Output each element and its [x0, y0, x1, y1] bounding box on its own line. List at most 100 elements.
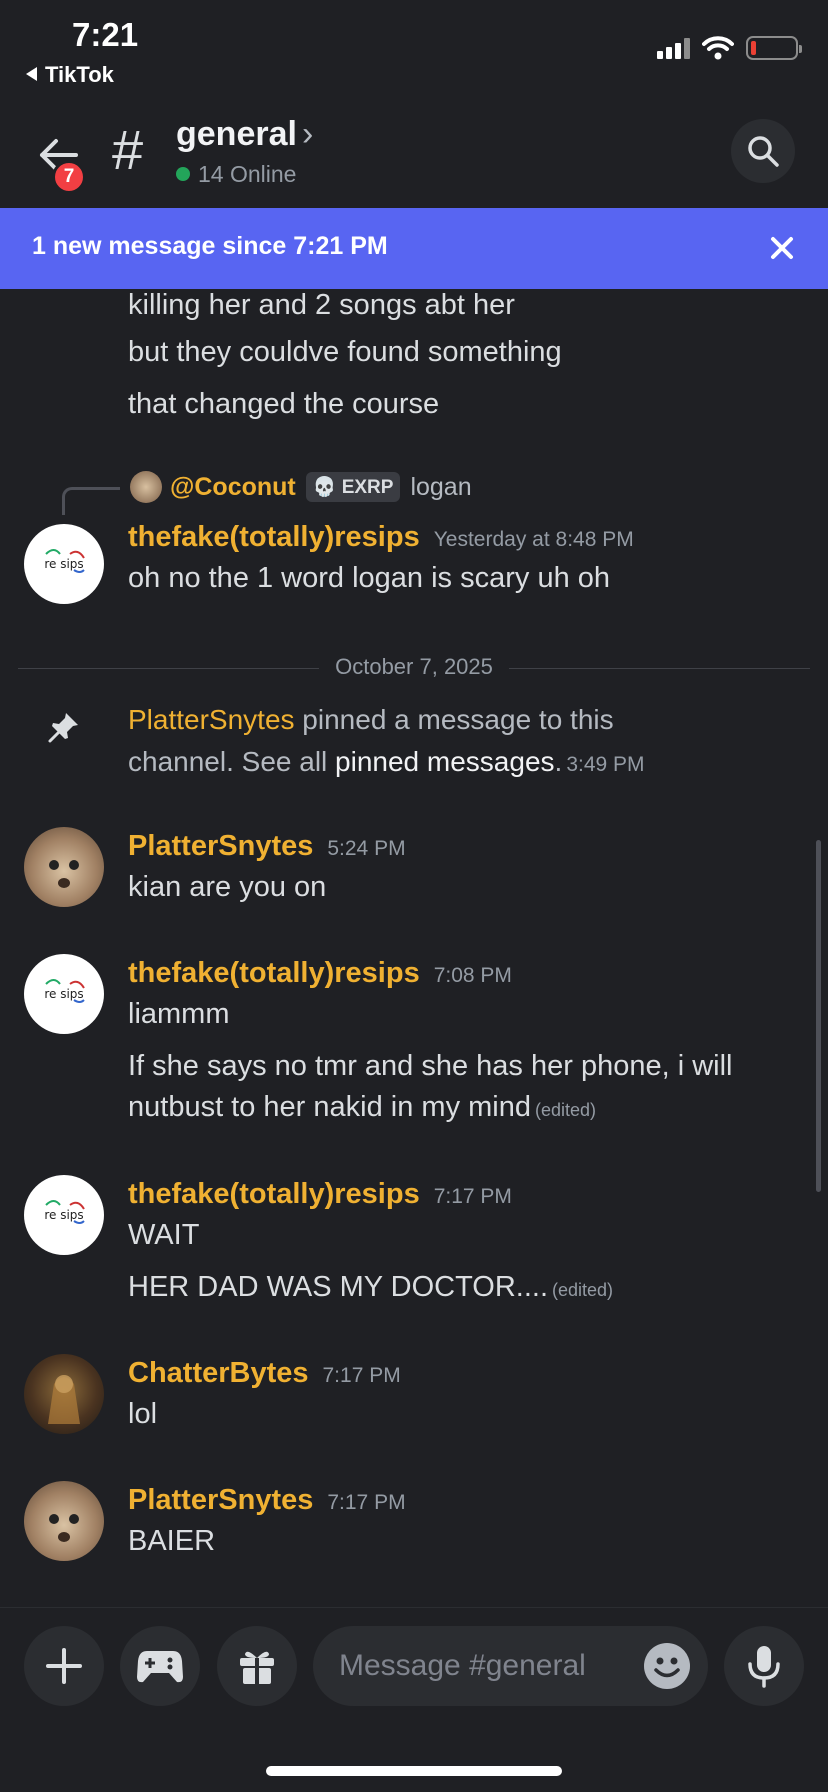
- message-header: ChatterBytes 7:17 PM: [128, 1357, 401, 1390]
- message-composer: [0, 1607, 828, 1792]
- online-count: 14 Online: [176, 161, 296, 188]
- pinned-messages-link[interactable]: pinned messages: [335, 746, 554, 777]
- message-line: but they couldve found something: [128, 336, 562, 368]
- activities-button[interactable]: [120, 1626, 200, 1706]
- cellular-signal-icon: [657, 37, 690, 59]
- timestamp: 7:08 PM: [433, 964, 512, 987]
- emoji-button[interactable]: [644, 1643, 690, 1689]
- pinned-user[interactable]: PlatterSnytes: [128, 704, 295, 735]
- new-messages-text: 1 new message since 7:21 PM: [32, 232, 388, 260]
- username[interactable]: thefake(totally)resips: [128, 521, 420, 553]
- message-text: oh no the 1 word logan is scary uh oh: [128, 562, 611, 594]
- username[interactable]: ChatterBytes: [128, 1357, 309, 1389]
- message-text: liammm: [128, 998, 230, 1030]
- message-text: lol: [128, 1398, 158, 1430]
- username[interactable]: PlatterSnytes: [128, 830, 313, 862]
- avatar-image: [49, 1514, 79, 1542]
- message-text: kian are you on: [128, 871, 327, 903]
- search-button[interactable]: [731, 119, 795, 183]
- gift-icon: [240, 1651, 274, 1684]
- microphone-icon: [748, 1646, 780, 1688]
- message-text: If she says no tmr and she has her phone…: [128, 1050, 733, 1082]
- timestamp: 7:17 PM: [433, 1185, 512, 1208]
- avatar[interactable]: re sips: [24, 524, 104, 604]
- avatar-image: re sips: [44, 549, 85, 573]
- message-text: HER DAD WAS MY DOCTOR....: [128, 1271, 549, 1303]
- search-icon: [748, 136, 779, 167]
- back-to-app-link[interactable]: TikTok: [26, 62, 114, 88]
- online-text: 14 Online: [198, 161, 297, 187]
- voice-message-button[interactable]: [724, 1626, 804, 1706]
- wifi-icon: [702, 36, 734, 60]
- svg-text:re sips: re sips: [44, 1208, 83, 1222]
- avatar-image: [49, 860, 79, 888]
- pinned-text: pinned a message to this: [294, 704, 614, 735]
- chevron-right-icon[interactable]: ›: [302, 115, 313, 154]
- channel-name[interactable]: general: [176, 115, 297, 154]
- home-indicator[interactable]: [266, 1766, 562, 1776]
- close-banner-button[interactable]: [764, 230, 800, 266]
- message-header: PlatterSnytes 5:24 PM: [128, 830, 406, 863]
- server-tag-text: EXRP: [341, 477, 394, 498]
- server-tag: 💀 EXRP: [305, 472, 401, 502]
- battery-icon: [746, 36, 802, 60]
- username[interactable]: PlatterSnytes: [128, 1484, 313, 1516]
- avatar-image: [48, 1375, 80, 1424]
- pinned-system-message: PlatterSnytes pinned a message to this: [128, 704, 614, 736]
- message-text-last: nutbust to her nakid in my mind (edited): [128, 1091, 596, 1124]
- edited-label: (edited): [534, 1100, 597, 1120]
- svg-text:re sips: re sips: [44, 557, 83, 571]
- message-list[interactable]: killing her and 2 songs abt her but they…: [0, 289, 828, 1607]
- gamepad-icon: [137, 1651, 183, 1683]
- smiley-icon: [654, 1657, 680, 1678]
- message-text: WAIT: [128, 1219, 200, 1251]
- message-header: thefake(totally)resips 7:17 PM: [128, 1178, 512, 1211]
- new-messages-banner[interactable]: 1 new message since 7:21 PM: [0, 208, 828, 289]
- reply-avatar: [130, 471, 162, 503]
- timestamp: 5:24 PM: [327, 837, 406, 860]
- channel-hash-icon: #: [112, 118, 144, 181]
- message-input-container[interactable]: [313, 1626, 708, 1706]
- back-triangle-icon: [26, 67, 37, 81]
- timestamp: Yesterday at 8:48 PM: [433, 528, 634, 551]
- message-input[interactable]: [339, 1646, 629, 1686]
- message-header: thefake(totally)resips 7:08 PM: [128, 957, 512, 990]
- avatar[interactable]: [24, 827, 104, 907]
- date-divider: October 7, 2025: [18, 654, 810, 682]
- avatar[interactable]: re sips: [24, 1175, 104, 1255]
- edited-label: (edited): [552, 1280, 614, 1300]
- close-icon: [771, 237, 793, 259]
- reply-author[interactable]: @Coconut: [170, 473, 296, 502]
- gift-button[interactable]: [217, 1626, 297, 1706]
- status-bar: 7:21 TikTok: [0, 0, 828, 95]
- status-icons: [657, 36, 802, 60]
- message-line: that changed the course: [128, 388, 440, 420]
- avatar[interactable]: re sips: [24, 954, 104, 1034]
- username[interactable]: thefake(totally)resips: [128, 957, 420, 989]
- pinned-text-2: channel. See all: [128, 746, 336, 777]
- online-dot-icon: [176, 167, 190, 181]
- reply-text: logan: [410, 472, 472, 501]
- username[interactable]: thefake(totally)resips: [128, 1178, 420, 1210]
- plus-icon: [46, 1648, 82, 1684]
- timestamp: 7:17 PM: [327, 1491, 406, 1514]
- avatar[interactable]: [24, 1354, 104, 1434]
- reply-preview[interactable]: @Coconut 💀 EXRP logan: [130, 469, 472, 505]
- avatar-image: re sips: [44, 979, 85, 1003]
- timestamp: 3:49 PM: [566, 753, 645, 776]
- reply-connector: [62, 487, 120, 515]
- message-text: nutbust to her nakid in my mind: [128, 1091, 531, 1123]
- avatar[interactable]: [24, 1481, 104, 1561]
- back-app-label: TikTok: [45, 62, 114, 87]
- svg-text:re sips: re sips: [44, 987, 83, 1001]
- timestamp: 7:17 PM: [322, 1364, 401, 1387]
- avatar-image: re sips: [44, 1200, 85, 1224]
- message-header: PlatterSnytes 7:17 PM: [128, 1484, 406, 1517]
- message-header: thefake(totally)resips Yesterday at 8:48 …: [128, 521, 634, 554]
- divider-date: October 7, 2025: [319, 654, 509, 679]
- scrollbar[interactable]: [816, 840, 821, 1192]
- attach-button[interactable]: [24, 1626, 104, 1706]
- clock: 7:21: [72, 16, 139, 53]
- message-text: BAIER: [128, 1525, 216, 1557]
- pinned-text-end: .: [554, 746, 563, 777]
